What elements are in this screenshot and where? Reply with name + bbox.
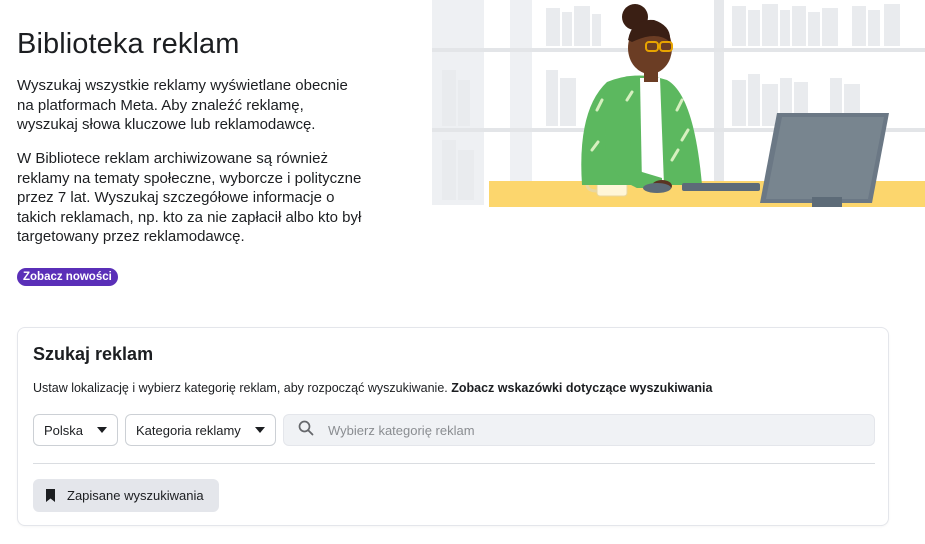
intro-paragraph: Wyszukaj wszystkie reklamy wyświetlane o… [17, 77, 348, 133]
page-title: Biblioteka reklam [17, 28, 240, 60]
country-dropdown-value: Polska [44, 422, 84, 438]
caret-down-icon [255, 427, 265, 433]
caret-down-icon [97, 427, 107, 433]
search-ads-card: Szukaj reklam Ustaw lokalizację i wybier… [17, 327, 889, 526]
divider [33, 463, 875, 464]
archive-paragraph: W Bibliotece reklam archiwizowane są rów… [17, 150, 362, 245]
whats-new-badge[interactable]: Zobacz nowości [17, 268, 118, 286]
bookmark-icon [46, 489, 55, 502]
search-instructions-text: Ustaw lokalizację i wybierz kategorię re… [33, 381, 448, 395]
person-at-computer-illustration [432, 0, 925, 210]
search-instructions: Ustaw lokalizację i wybierz kategorię re… [33, 381, 712, 395]
search-card-title: Szukaj reklam [33, 344, 154, 364]
search-tips-link[interactable]: Zobacz wskazówki dotyczące wyszukiwania [451, 381, 712, 395]
ad-category-dropdown[interactable]: Kategoria reklamy [125, 414, 276, 446]
search-input[interactable] [326, 421, 874, 439]
ad-category-dropdown-value: Kategoria reklamy [136, 422, 241, 438]
country-dropdown[interactable]: Polska [33, 414, 118, 446]
search-icon [298, 420, 314, 441]
saved-searches-label: Zapisane wyszukiwania [67, 488, 204, 503]
saved-searches-button[interactable]: Zapisane wyszukiwania [33, 479, 219, 512]
search-box[interactable] [283, 414, 875, 446]
